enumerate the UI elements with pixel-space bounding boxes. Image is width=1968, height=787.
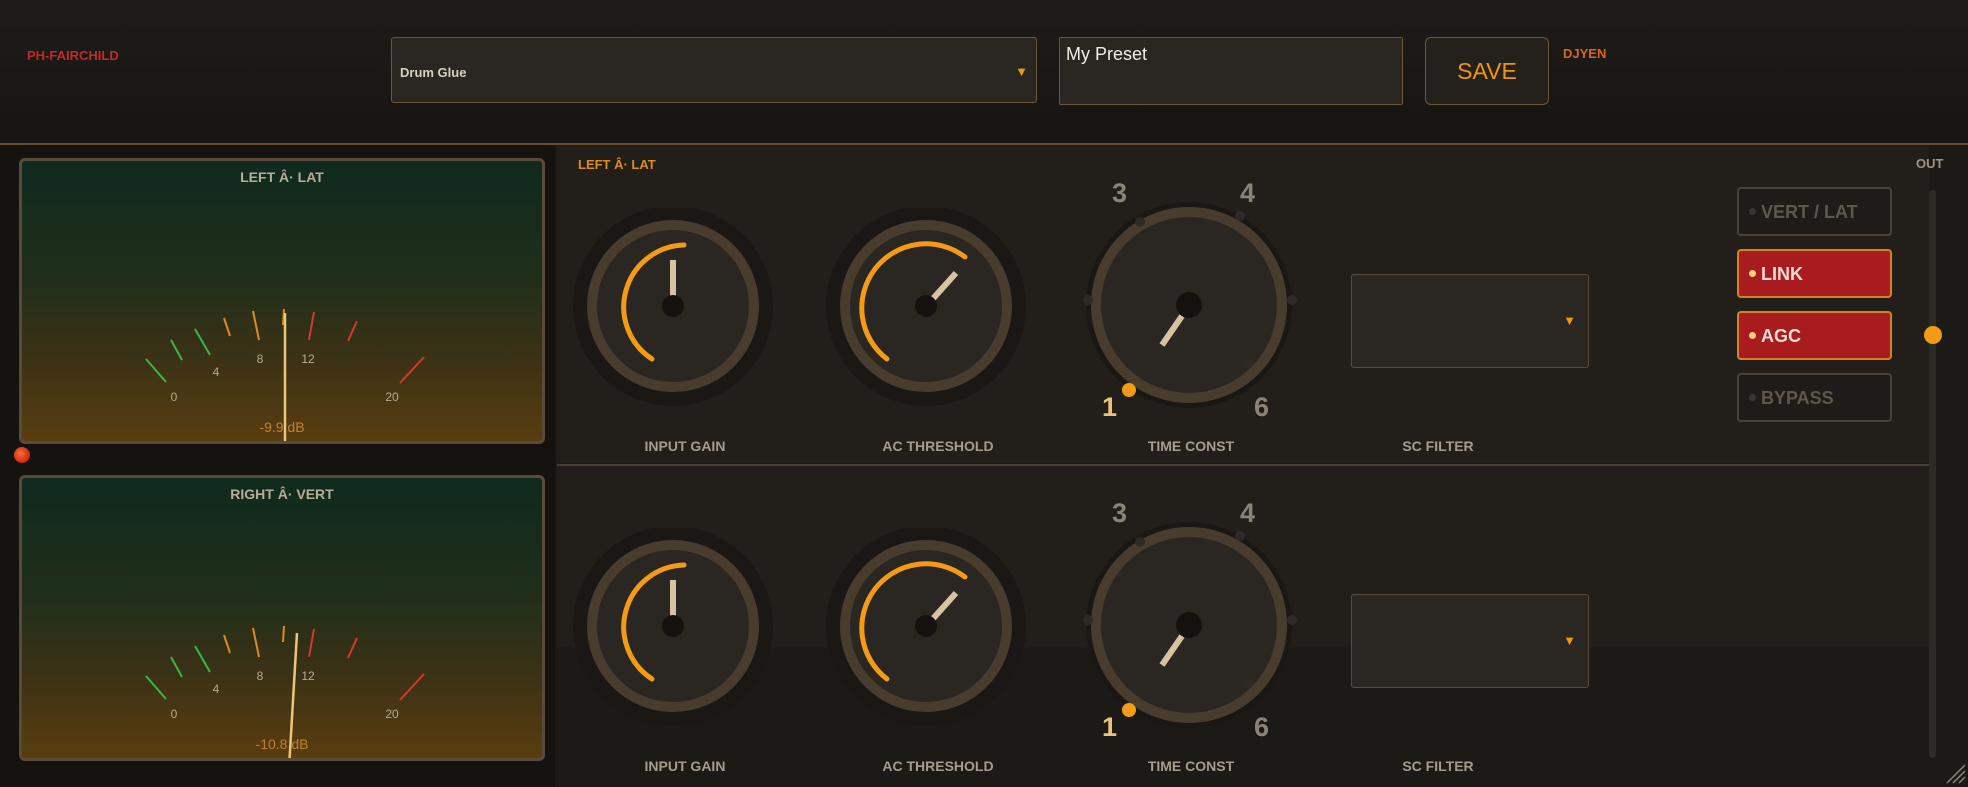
channel-label: LEFT Â· LAT	[578, 157, 656, 172]
toggle-label: VERT / LAT	[1761, 202, 1858, 222]
link-toggle[interactable]: LINK	[1737, 249, 1892, 298]
resize-grip-icon[interactable]	[1943, 761, 1967, 785]
scale-label: 8	[257, 352, 264, 366]
led-indicator-icon	[1749, 208, 1756, 215]
meter-scale: 0 4 8 12 20	[145, 308, 425, 441]
time-const-step: 4	[1240, 178, 1256, 208]
led-indicator-icon	[1749, 332, 1756, 339]
ac-threshold-label: AC THRESHOLD	[882, 758, 994, 774]
vert-lat-toggle[interactable]: VERT / LAT	[1737, 187, 1892, 236]
time-const-step: 4	[1240, 498, 1256, 528]
meter-readout: -10.8 dB	[255, 736, 309, 752]
output-slider-track[interactable]	[1929, 190, 1936, 758]
output-label: OUT	[1916, 156, 1944, 171]
input-gain-label: INPUT GAIN	[644, 758, 726, 774]
plugin-name: PH-FAIRCHILD	[27, 48, 119, 63]
meter-readout: -9.9 dB	[259, 419, 305, 435]
time-const-knob[interactable]: 1 3 4 6	[1072, 178, 1312, 432]
chevron-down-icon: ▼	[1563, 633, 1576, 648]
vendor-name: DJYEN	[1563, 46, 1607, 61]
time-const-label: TIME CONST	[1147, 438, 1235, 454]
scale-label: 12	[301, 669, 315, 683]
scale-label: 20	[385, 390, 399, 404]
input-gain-knob[interactable]	[573, 528, 773, 728]
scale-label: 4	[213, 682, 220, 696]
time-const-step: 3	[1112, 498, 1128, 528]
led-indicator-icon	[1749, 270, 1756, 277]
meter-scale: 0 4 8 12 20	[145, 625, 425, 758]
preset-select-value: Drum Glue	[400, 65, 467, 80]
clip-led-icon	[14, 447, 30, 463]
plugin-window: PH-FAIRCHILD Drum Glue ▼ My Preset SAVE …	[0, 0, 1968, 787]
time-const-step: 6	[1254, 712, 1270, 742]
preset-name-input[interactable]: My Preset	[1059, 37, 1403, 105]
ac-threshold-label: AC THRESHOLD	[882, 438, 994, 454]
time-const-step: 6	[1254, 392, 1270, 422]
vu-meter-right: RIGHT Â· VERT 0 4 8 12 20 -10.8 dB	[19, 475, 545, 761]
input-gain-knob[interactable]	[573, 208, 773, 408]
scale-label: 0	[171, 390, 178, 404]
led-indicator-icon	[1749, 394, 1756, 401]
bypass-toggle[interactable]: BYPASS	[1737, 373, 1892, 422]
ac-threshold-knob[interactable]	[826, 528, 1026, 728]
agc-toggle[interactable]: AGC	[1737, 311, 1892, 360]
ac-threshold-knob[interactable]	[826, 208, 1026, 408]
toggle-label: BYPASS	[1761, 388, 1834, 408]
time-const-label: TIME CONST	[1147, 758, 1235, 774]
toggle-label: LINK	[1761, 264, 1803, 284]
scale-label: 4	[213, 365, 220, 379]
sc-filter-label: SC FILTER	[1402, 438, 1474, 454]
output-slider-thumb[interactable]	[1924, 326, 1942, 344]
meter-ticks	[145, 625, 425, 701]
toggle-label: AGC	[1761, 326, 1801, 346]
sc-filter-select[interactable]: ▼	[1351, 594, 1589, 688]
scale-label: 0	[171, 707, 178, 721]
vu-meter-left: LEFT Â· LAT 0 4 8 12 20 -9.9 dB	[19, 158, 545, 444]
scale-label: 12	[301, 352, 315, 366]
scale-label: 20	[385, 707, 399, 721]
sc-filter-label: SC FILTER	[1402, 758, 1474, 774]
time-const-knob[interactable]: 1 3 4 6	[1072, 498, 1312, 752]
save-button[interactable]: SAVE	[1425, 37, 1549, 105]
time-const-step: 1	[1102, 712, 1118, 742]
chevron-down-icon: ▼	[1015, 64, 1028, 79]
input-gain-label: INPUT GAIN	[644, 438, 726, 454]
preset-select[interactable]: Drum Glue ▼	[391, 37, 1037, 103]
scale-label: 8	[257, 669, 264, 683]
chevron-down-icon: ▼	[1563, 313, 1576, 328]
time-const-step: 1	[1102, 392, 1118, 422]
sc-filter-select[interactable]: ▼	[1351, 274, 1589, 368]
time-const-step: 3	[1112, 178, 1128, 208]
